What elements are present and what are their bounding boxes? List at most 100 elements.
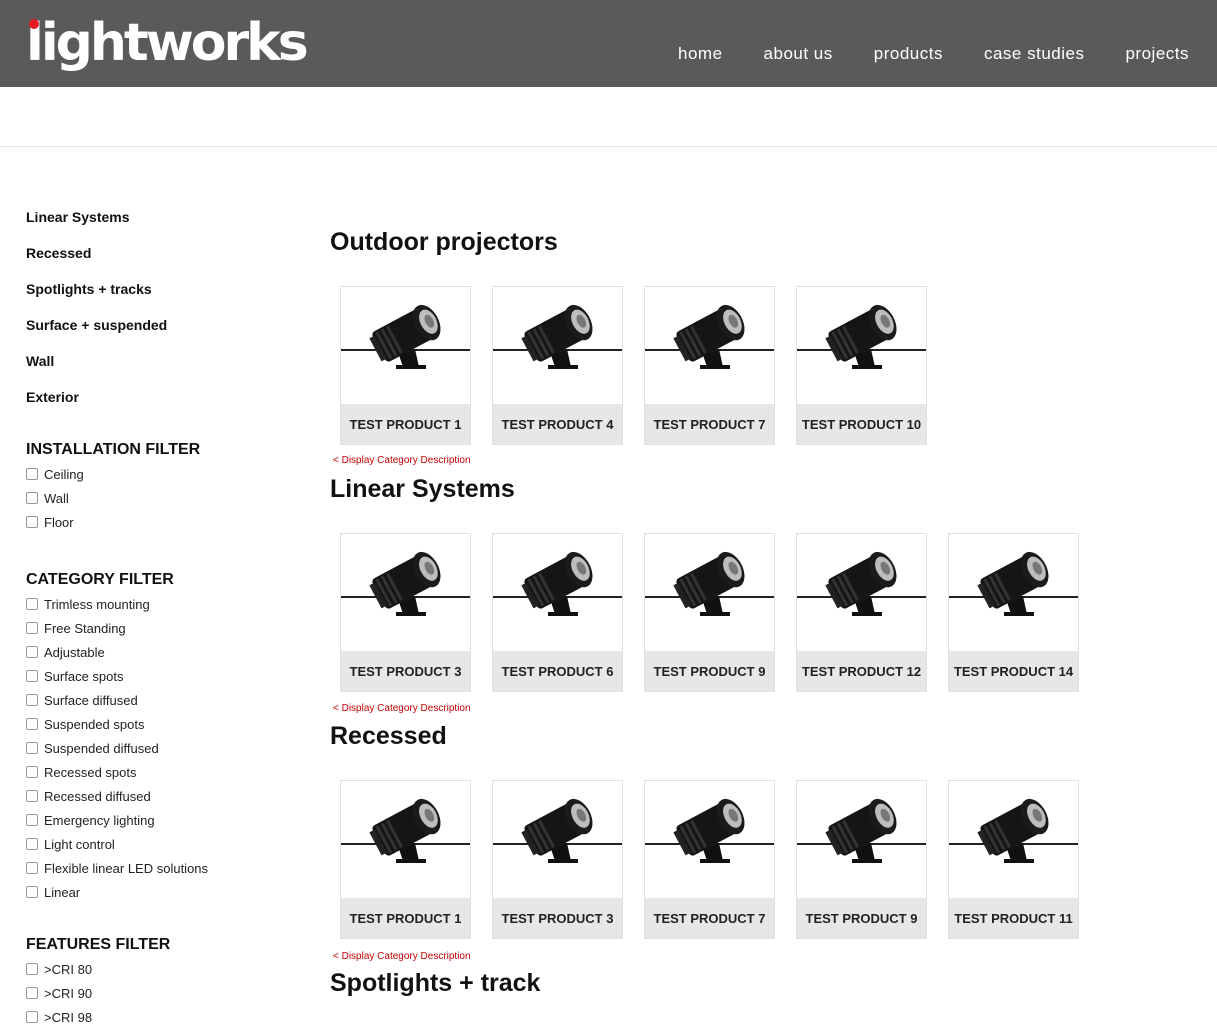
filter-option[interactable]: Linear — [26, 880, 286, 904]
product-card[interactable]: TEST PRODUCT 11 — [948, 780, 1079, 939]
filter-checkbox[interactable] — [26, 838, 38, 850]
filter-option-label: >CRI 98 — [44, 1009, 93, 1025]
sidebar-link-spotlights[interactable]: Spotlights + tracks — [26, 268, 286, 304]
sidebar-link-surface[interactable]: Surface + suspended — [26, 304, 286, 340]
product-card[interactable]: TEST PRODUCT 12 — [796, 533, 927, 692]
filter-option[interactable]: Emergency lighting — [26, 808, 286, 832]
filter-checkbox[interactable] — [26, 468, 38, 480]
sidebar-link-exterior[interactable]: Exterior — [26, 376, 286, 412]
filter-option[interactable]: >CRI 90 — [26, 981, 286, 1005]
filter-checkbox[interactable] — [26, 516, 38, 528]
spotlight-product-image — [341, 546, 470, 617]
site-header: lightworks home about us products case s… — [0, 0, 1217, 87]
filter-option[interactable]: >CRI 80 — [26, 957, 286, 981]
category-filter: CATEGORY FILTER Trimless mounting Free St… — [26, 568, 286, 904]
filter-checkbox[interactable] — [26, 742, 38, 754]
filter-checkbox[interactable] — [26, 766, 38, 778]
product-card[interactable]: TEST PRODUCT 6 — [492, 533, 623, 692]
filter-checkbox[interactable] — [26, 694, 38, 706]
filter-checkbox[interactable] — [26, 814, 38, 826]
spotlight-product-image — [797, 546, 926, 617]
filter-option-label: Light control — [44, 836, 115, 852]
product-card[interactable]: TEST PRODUCT 3 — [340, 533, 471, 692]
product-card[interactable]: TEST PRODUCT 1 — [340, 780, 471, 939]
display-category-description-link[interactable]: < Display Category Description — [333, 951, 471, 962]
filter-checkbox[interactable] — [26, 718, 38, 730]
spotlight-product-image — [493, 299, 622, 370]
filter-checkbox[interactable] — [26, 622, 38, 634]
filter-option-label: Floor — [44, 514, 74, 530]
filter-checkbox[interactable] — [26, 1011, 38, 1023]
logo-dot — [29, 19, 39, 29]
spotlight-product-image — [797, 793, 926, 864]
product-card[interactable]: TEST PRODUCT 4 — [492, 286, 623, 445]
sidebar-category-links: Linear Systems Recessed Spotlights + tra… — [26, 196, 286, 412]
filter-option-label: Ceiling — [44, 466, 84, 482]
product-card-label: TEST PRODUCT 7 — [645, 404, 774, 444]
filter-checkbox[interactable] — [26, 598, 38, 610]
product-card-label: TEST PRODUCT 6 — [493, 651, 622, 691]
filter-checkbox[interactable] — [26, 646, 38, 658]
display-category-description-link[interactable]: < Display Category Description — [333, 455, 471, 466]
sidebar-link-linear-systems[interactable]: Linear Systems — [26, 196, 286, 232]
filter-option[interactable]: >CRI 98 — [26, 1005, 286, 1029]
filter-checkbox[interactable] — [26, 987, 38, 999]
filter-option[interactable]: Recessed spots — [26, 760, 286, 784]
lightworks-logo[interactable]: lightworks — [26, 10, 309, 76]
filter-checkbox[interactable] — [26, 670, 38, 682]
spotlight-product-image — [949, 546, 1078, 617]
spotlight-product-image — [341, 299, 470, 370]
nav-home[interactable]: home — [678, 44, 723, 64]
filter-option[interactable]: Free Standing — [26, 616, 286, 640]
section-title: Spotlights + track — [330, 969, 541, 997]
sidebar-link-recessed[interactable]: Recessed — [26, 232, 286, 268]
filter-option-label: Wall — [44, 490, 69, 506]
logo-text: lightworks — [26, 13, 309, 73]
filter-checkbox[interactable] — [26, 492, 38, 504]
product-card-label: TEST PRODUCT 1 — [341, 404, 470, 444]
product-card[interactable]: TEST PRODUCT 9 — [796, 780, 927, 939]
section-title: Linear Systems — [330, 475, 515, 503]
filter-checkbox[interactable] — [26, 862, 38, 874]
nav-products[interactable]: products — [874, 44, 943, 64]
filter-option-label: Emergency lighting — [44, 812, 155, 828]
product-card[interactable]: TEST PRODUCT 3 — [492, 780, 623, 939]
features-filter: FEATURES FILTER >CRI 80 >CRI 90 >CRI 98 — [26, 933, 286, 1029]
product-card[interactable]: TEST PRODUCT 7 — [644, 780, 775, 939]
filter-option[interactable]: Trimless mounting — [26, 592, 286, 616]
nav-projects[interactable]: projects — [1125, 44, 1189, 64]
product-card-label: TEST PRODUCT 4 — [493, 404, 622, 444]
product-card[interactable]: TEST PRODUCT 1 — [340, 286, 471, 445]
nav-about-us[interactable]: about us — [764, 44, 833, 64]
product-card[interactable]: TEST PRODUCT 10 — [796, 286, 927, 445]
sidebar-link-wall[interactable]: Wall — [26, 340, 286, 376]
filter-option[interactable]: Recessed diffused — [26, 784, 286, 808]
filter-option-label: Linear — [44, 884, 81, 900]
filter-option[interactable]: Suspended diffused — [26, 736, 286, 760]
filter-option-label: Suspended spots — [44, 716, 145, 732]
filter-option[interactable]: Surface diffused — [26, 688, 286, 712]
filter-option[interactable]: Light control — [26, 832, 286, 856]
product-card-label: TEST PRODUCT 11 — [949, 898, 1078, 938]
filter-option[interactable]: Surface spots — [26, 664, 286, 688]
product-card[interactable]: TEST PRODUCT 7 — [644, 286, 775, 445]
filter-checkbox[interactable] — [26, 963, 38, 975]
filter-option-label: Suspended diffused — [44, 740, 159, 756]
filter-option[interactable]: Suspended spots — [26, 712, 286, 736]
product-card[interactable]: TEST PRODUCT 9 — [644, 533, 775, 692]
product-card-label: TEST PRODUCT 3 — [493, 898, 622, 938]
section-title: Outdoor projectors — [330, 228, 558, 256]
filter-option[interactable]: Wall — [26, 486, 286, 510]
filter-option[interactable]: Flexible linear LED solutions — [26, 856, 286, 880]
filter-checkbox[interactable] — [26, 886, 38, 898]
filter-option-label: Free Standing — [44, 620, 126, 636]
filter-option[interactable]: Ceiling — [26, 462, 286, 486]
filter-option[interactable]: Adjustable — [26, 640, 286, 664]
filter-option-label: Recessed diffused — [44, 788, 151, 804]
display-category-description-link[interactable]: < Display Category Description — [333, 703, 471, 714]
filter-checkbox[interactable] — [26, 790, 38, 802]
filter-option[interactable]: Floor — [26, 510, 286, 534]
nav-case-studies[interactable]: case studies — [984, 44, 1085, 64]
spotlight-product-image — [949, 793, 1078, 864]
product-card[interactable]: TEST PRODUCT 14 — [948, 533, 1079, 692]
